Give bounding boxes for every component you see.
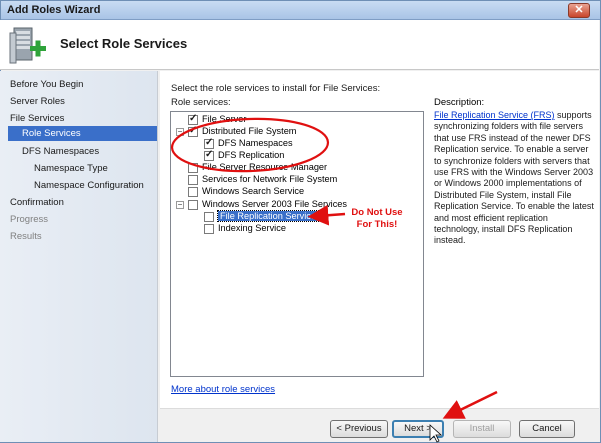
install-button: Install — [453, 420, 511, 438]
wizard-nav: Before You Begin Server Roles File Servi… — [0, 71, 158, 442]
more-about-role-services-link[interactable]: More about role services — [171, 384, 275, 395]
checkbox-windows-search-service[interactable] — [188, 187, 198, 197]
instruction-text: Select the role services to install for … — [171, 83, 381, 94]
collapse-dfs-icon[interactable]: − — [176, 128, 184, 136]
nav-file-services[interactable]: File Services — [10, 113, 64, 124]
server-role-add-icon — [9, 27, 46, 64]
checkbox-file-server-resource-manager[interactable] — [188, 163, 198, 173]
next-button[interactable]: Next > — [392, 420, 444, 438]
role-services-tree: File Server − Distributed File System DF… — [170, 111, 424, 377]
nav-server-roles[interactable]: Server Roles — [10, 96, 65, 107]
nav-before-you-begin[interactable]: Before You Begin — [10, 79, 83, 90]
description-body: File Replication Service (FRS) supports … — [434, 110, 594, 247]
checkbox-file-replication-service[interactable] — [204, 212, 214, 222]
nav-results: Results — [10, 231, 42, 242]
nav-confirmation[interactable]: Confirmation — [10, 197, 64, 208]
checkbox-services-for-nfs[interactable] — [188, 175, 198, 185]
description-title: Description: — [434, 97, 485, 108]
title-bar: Add Roles Wizard ✕ — [1, 1, 600, 20]
nav-progress: Progress — [10, 214, 49, 225]
checkbox-dfs-replication[interactable] — [204, 149, 214, 161]
collapse-ws2003-icon[interactable]: − — [176, 201, 184, 209]
checkbox-indexing-service[interactable] — [204, 224, 214, 234]
close-icon: ✕ — [574, 4, 584, 16]
page-title: Select Role Services — [60, 36, 188, 51]
close-button[interactable]: ✕ — [568, 3, 590, 18]
checkbox-windows-server-2003-file-services[interactable] — [188, 200, 198, 210]
nav-namespace-configuration[interactable]: Namespace Configuration — [34, 180, 144, 191]
description-text: supports synchronizing folders with file… — [434, 110, 594, 246]
previous-button[interactable]: < Previous — [330, 420, 388, 438]
nav-dfs-namespaces[interactable]: DFS Namespaces — [22, 146, 99, 157]
cancel-button[interactable]: Cancel — [519, 420, 575, 438]
nav-namespace-type[interactable]: Namespace Type — [34, 163, 108, 174]
checkbox-file-server[interactable] — [188, 113, 198, 125]
window-title: Add Roles Wizard — [7, 4, 101, 16]
annotation-text: Do Not Use For This! — [351, 207, 403, 230]
checkbox-dfs-namespaces[interactable] — [204, 137, 214, 149]
nav-role-services[interactable]: Role Services — [8, 126, 157, 141]
description-link[interactable]: File Replication Service (FRS) — [434, 110, 555, 120]
wizard-header: Select Role Services — [0, 20, 599, 70]
checkbox-distributed-file-system[interactable] — [188, 125, 198, 137]
role-services-label: Role services: — [171, 97, 231, 108]
